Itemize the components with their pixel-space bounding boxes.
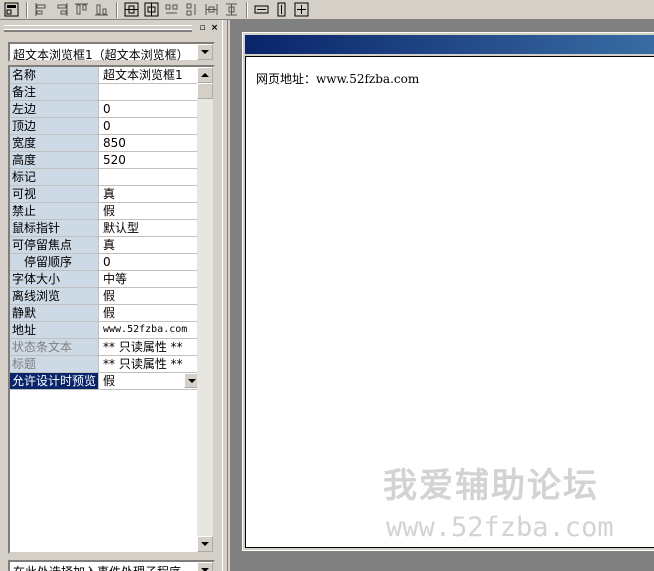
align-left-icon[interactable] (32, 1, 51, 19)
property-value[interactable]: 假 (100, 288, 199, 304)
property-row[interactable]: 左边 0 (10, 101, 199, 118)
scroll-down-icon[interactable] (197, 536, 213, 552)
property-name: 顶边 (10, 118, 99, 134)
panel-caption: ▫ × (0, 22, 222, 36)
property-row[interactable]: 标题 ** 只读属性 ** (10, 356, 199, 373)
chevron-down-icon[interactable] (197, 562, 213, 571)
same-size-icon[interactable] (292, 1, 311, 19)
property-value: 假 (103, 374, 116, 388)
property-value[interactable]: 真 (100, 237, 199, 253)
property-row[interactable]: 静默假 (10, 305, 199, 322)
scroll-thumb[interactable] (197, 83, 213, 99)
center-horizontal-icon[interactable] (122, 1, 141, 19)
property-name: 高度 (10, 152, 99, 168)
property-value[interactable]: 假 (100, 203, 199, 219)
property-name: 名称 (10, 67, 99, 83)
distribute-horizontal-icon[interactable] (202, 1, 221, 19)
panel-restore-button[interactable]: ▫ (197, 23, 208, 34)
watermark-title: 我爱辅助论坛 (383, 466, 599, 506)
property-name: 宽度 (10, 135, 99, 151)
property-row-selected[interactable]: 允许设计时预览假 (10, 373, 199, 390)
panel-grip[interactable] (4, 29, 192, 32)
property-name: 标记 (10, 169, 99, 185)
same-width-icon[interactable] (252, 1, 271, 19)
property-value: ** 只读属性 ** (103, 357, 183, 371)
property-scrollbar[interactable] (197, 67, 213, 552)
property-name: 静默 (10, 305, 99, 321)
space-horizontal-icon[interactable] (162, 1, 181, 19)
object-selector-value: 超文本浏览框1（超文本浏览框） (13, 48, 189, 62)
same-height-icon[interactable] (272, 1, 291, 19)
property-value[interactable]: www.52fzba.com (100, 322, 199, 338)
property-name: 禁止 (10, 203, 99, 219)
property-name: 可停留焦点 (10, 237, 99, 253)
property-row[interactable]: 高度 520 (10, 152, 199, 169)
object-selector[interactable]: 超文本浏览框1（超文本浏览框） (8, 42, 215, 62)
property-row[interactable]: 标记 (10, 169, 199, 186)
toolbar (0, 0, 654, 20)
property-value[interactable]: 默认型 (100, 220, 199, 236)
property-value[interactable]: 超文本浏览框1 (100, 67, 199, 83)
scroll-up-icon[interactable] (197, 67, 213, 83)
property-row[interactable]: 鼠标指针 默认型 (10, 220, 199, 237)
property-name: 允许设计时预览 (10, 373, 99, 389)
toolbar-separator (246, 1, 248, 18)
property-row[interactable]: 字体大小 中等 (10, 271, 199, 288)
property-value-dropdown[interactable]: 假 (100, 373, 199, 389)
property-name: 状态条文本 (10, 339, 99, 355)
property-row[interactable]: 顶边 0 (10, 118, 199, 135)
property-name: 标题 (10, 356, 99, 372)
property-value[interactable]: 中等 (100, 271, 199, 287)
property-row[interactable]: 宽度 850 (10, 135, 199, 152)
align-top-icon[interactable] (72, 1, 91, 19)
property-name: 字体大小 (10, 271, 99, 287)
property-row[interactable]: 停留顺序 0 (10, 254, 199, 271)
align-bottom-icon[interactable] (92, 1, 111, 19)
center-vertical-icon[interactable] (142, 1, 161, 19)
property-name: 地址 (10, 322, 99, 338)
property-row[interactable]: 可视真 (10, 186, 199, 203)
property-value: ** 只读属性 ** (103, 340, 183, 354)
property-row[interactable]: 名称 超文本浏览框1 (10, 67, 199, 84)
property-name: 备注 (10, 84, 99, 100)
property-row[interactable]: 可停留焦点真 (10, 237, 199, 254)
property-value[interactable]: 0 (100, 101, 199, 117)
panel-close-button[interactable]: × (209, 23, 220, 34)
property-name: 离线浏览 (10, 288, 99, 304)
property-value[interactable]: 假 (100, 305, 199, 321)
event-selector[interactable]: 在此处选择加入事件处理子程序 (8, 560, 215, 571)
property-row[interactable]: 离线浏览假 (10, 288, 199, 305)
event-selector-value: 在此处选择加入事件处理子程序 (13, 563, 181, 571)
panel-splitter[interactable] (222, 20, 228, 571)
property-name: 鼠标指针 (10, 220, 99, 236)
property-row[interactable]: 地址 www.52fzba.com (10, 322, 199, 339)
form-icon[interactable] (2, 1, 21, 19)
chevron-down-icon[interactable] (197, 44, 213, 60)
property-value[interactable]: 850 (100, 135, 199, 151)
property-value[interactable]: 真 (100, 186, 199, 202)
browser-content-text: 网页地址：www.52fzba.com (256, 72, 420, 86)
property-name: 左边 (10, 101, 99, 117)
property-value[interactable]: 0 (100, 254, 199, 270)
property-value[interactable]: 520 (100, 152, 199, 168)
property-value[interactable]: 0 (100, 118, 199, 134)
property-value[interactable] (100, 84, 199, 100)
form-titlebar[interactable] (245, 35, 654, 54)
property-name: 可视 (10, 186, 99, 202)
property-row[interactable]: 备注 (10, 84, 199, 101)
properties-panel: ▫ × 超文本浏览框1（超文本浏览框） 名称 超文本浏览框1 备注 左边 0 顶边 0… (0, 20, 222, 571)
property-row[interactable]: 状态条文本 ** 只读属性 ** (10, 339, 199, 356)
distribute-vertical-icon[interactable] (222, 1, 241, 19)
toolbar-separator (26, 1, 28, 18)
property-name: 停留顺序 (10, 254, 99, 270)
property-row[interactable]: 禁止假 (10, 203, 199, 220)
space-vertical-icon[interactable] (182, 1, 201, 19)
watermark-url: www.52fzba.com (386, 512, 614, 543)
property-value[interactable] (100, 169, 199, 185)
toolbar-separator (116, 1, 118, 18)
property-grid: 名称 超文本浏览框1 备注 左边 0 顶边 0 宽度 850 高度 520 标记 可视真 … (8, 65, 215, 554)
align-right-icon[interactable] (52, 1, 71, 19)
